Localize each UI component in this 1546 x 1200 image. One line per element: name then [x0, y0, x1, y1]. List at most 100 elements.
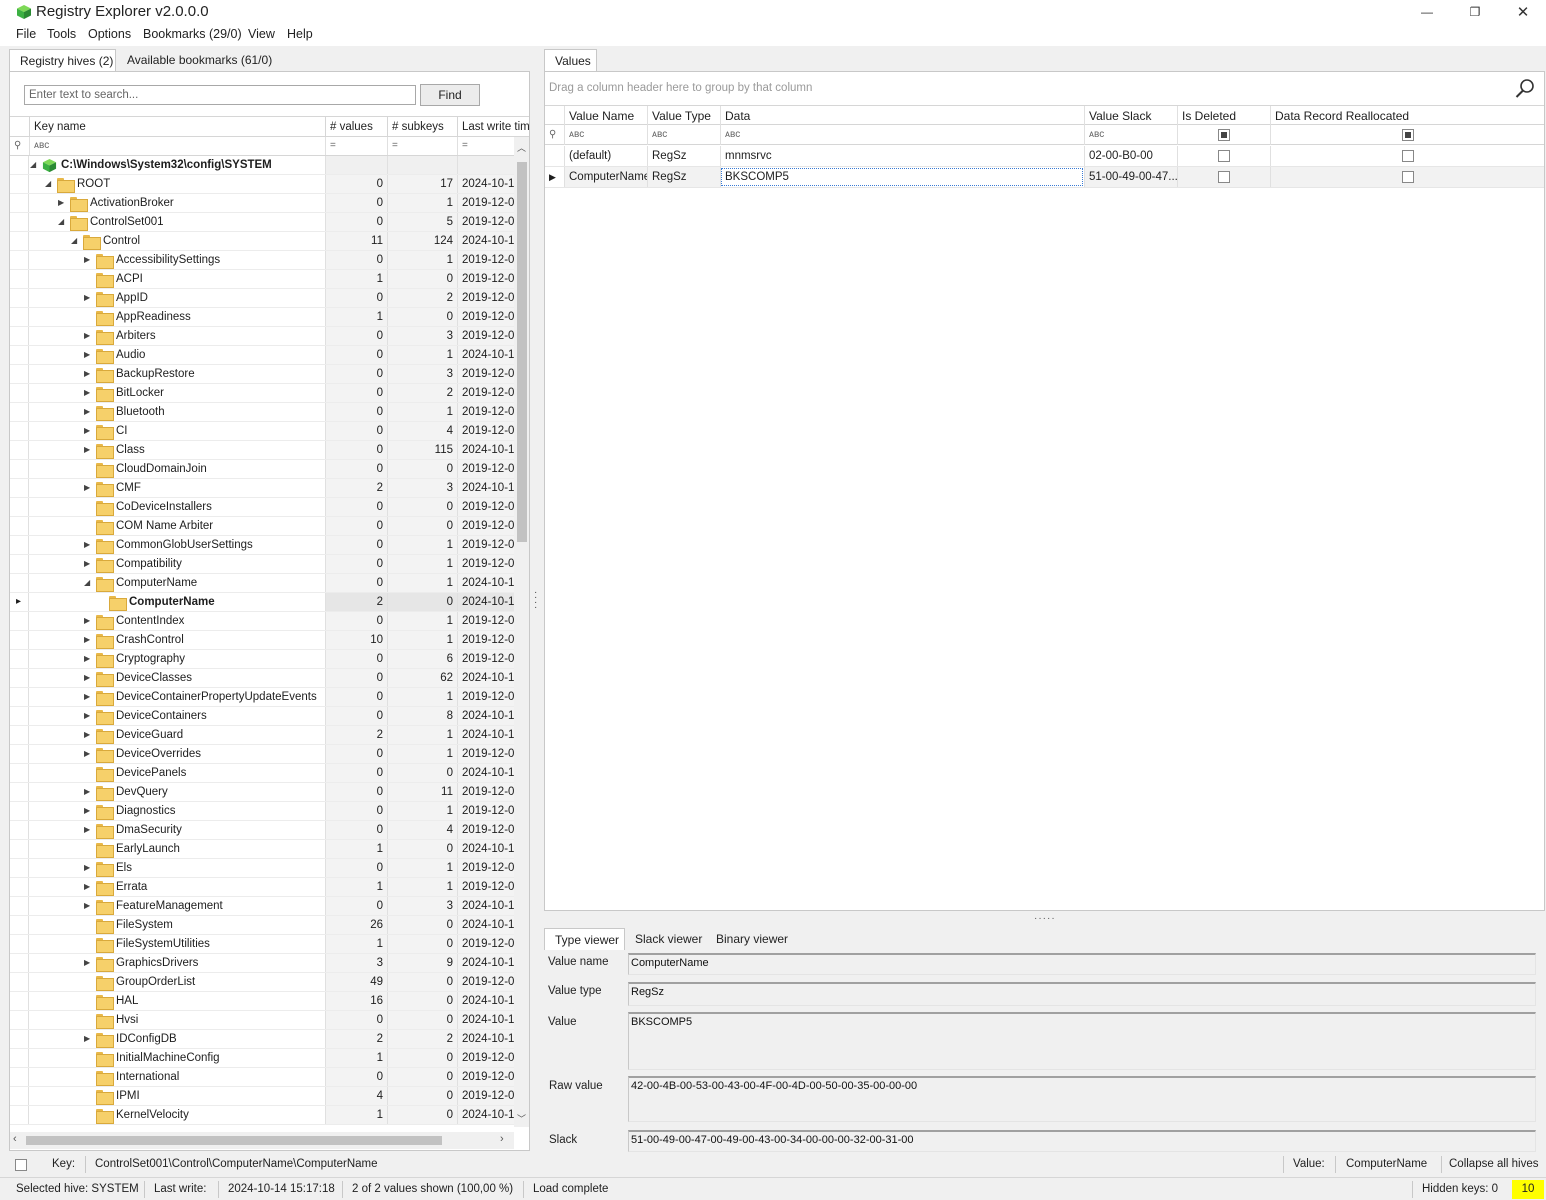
column-values[interactable]: # values [325, 117, 387, 137]
tab-registry-hives[interactable]: Registry hives (2) [9, 49, 116, 71]
search-input[interactable] [24, 85, 416, 105]
expand-arrow-icon[interactable]: ▶ [84, 536, 94, 554]
column-data-record-reallocated[interactable]: Data Record Reallocated [1270, 106, 1544, 126]
expand-arrow-icon[interactable]: ▶ [58, 194, 68, 212]
slack-field[interactable]: 51-00-49-00-47-00-49-00-43-00-34-00-00-0… [628, 1130, 1536, 1152]
expand-arrow-icon[interactable]: ▶ [84, 612, 94, 630]
value-row[interactable]: (default) RegSz mnmsrvc 02-00-B0-00 [545, 146, 1544, 167]
tree-key-cell[interactable]: ◢ ComputerName [29, 574, 324, 592]
expand-arrow-icon[interactable]: ▶ [84, 669, 94, 687]
expand-arrow-icon[interactable]: ▶ [84, 688, 94, 706]
column-data[interactable]: Data [720, 106, 1084, 126]
filter-data[interactable]: ᴀʙc [720, 125, 1084, 145]
collapse-arrow-icon[interactable]: ◢ [30, 156, 40, 174]
expand-arrow-icon[interactable]: ▶ [84, 859, 94, 877]
filter-values[interactable]: = [325, 137, 387, 155]
expand-arrow-icon[interactable]: ▶ [84, 802, 94, 820]
expand-arrow-icon[interactable]: ▶ [84, 650, 94, 668]
value-name-cell[interactable]: (default) [564, 146, 647, 166]
expand-arrow-icon[interactable]: ▶ [84, 422, 94, 440]
tree-row[interactable]: ▶ DeviceOverrides 012019-12-07 [10, 745, 514, 764]
expand-arrow-icon[interactable]: ▶ [84, 479, 94, 497]
tree-row[interactable]: ◢ Control 111242024-10-14 [10, 232, 514, 251]
value-slack-cell[interactable]: 02-00-B0-00 [1084, 146, 1177, 166]
tree-row[interactable]: FileSystem 2602024-10-14 [10, 916, 514, 935]
menu-options[interactable]: Options [88, 27, 131, 41]
tree-vertical-scrollbar[interactable]: ︿ ﹀ [514, 137, 529, 1127]
tree-row[interactable]: ▶ Els 012019-12-07 [10, 859, 514, 878]
tree-key-cell[interactable]: ◢ Control [29, 232, 324, 250]
tree-key-cell[interactable]: IPMI [29, 1087, 324, 1105]
viewer-splitter[interactable]: ····· [1034, 913, 1056, 924]
expand-arrow-icon[interactable]: ▶ [84, 384, 94, 402]
filter-subkeys[interactable]: = [387, 137, 457, 155]
tab-available-bookmarks[interactable]: Available bookmarks (61/0) [117, 49, 282, 71]
expand-arrow-icon[interactable]: ▶ [84, 783, 94, 801]
tree-key-cell[interactable]: ▶ Cryptography [29, 650, 324, 668]
tree-key-cell[interactable]: ▶ DeviceContainerPropertyUpdateEvents [29, 688, 324, 706]
tree-key-cell[interactable]: ▶ Compatibility [29, 555, 324, 573]
tree-key-cell[interactable]: ▶ CMF [29, 479, 324, 497]
tree-key-cell[interactable]: ▶ DeviceGuard [29, 726, 324, 744]
tree-row[interactable]: International002019-12-07 [10, 1068, 514, 1087]
scroll-right-icon[interactable]: › [500, 1133, 504, 1145]
tree-row[interactable]: ▶ AccessibilitySettings 012019-12-07 [10, 251, 514, 270]
tree-row[interactable]: ▶ Compatibility 012019-12-07 [10, 555, 514, 574]
tree-key-cell[interactable]: ▶ IDConfigDB [29, 1030, 324, 1048]
filter-last-write[interactable]: = [457, 137, 514, 155]
tree-key-cell[interactable]: InitialMachineConfig [29, 1049, 324, 1067]
tree-row[interactable]: ▶ Bluetooth 012019-12-07 [10, 403, 514, 422]
expand-arrow-icon[interactable]: ▶ [84, 289, 94, 307]
expand-arrow-icon[interactable]: ▶ [84, 327, 94, 345]
tree-key-cell[interactable]: ▶ Errata [29, 878, 324, 896]
column-subkeys[interactable]: # subkeys [387, 117, 457, 137]
expand-arrow-icon[interactable]: ▶ [84, 251, 94, 269]
tree-row[interactable]: InitialMachineConfig 102019-12-07 [10, 1049, 514, 1068]
tree-row[interactable]: ▶ Audio 012024-10-14 [10, 346, 514, 365]
scroll-up-icon[interactable]: ︿ [517, 141, 526, 154]
filter-is-deleted[interactable] [1177, 125, 1270, 145]
tree-row[interactable]: ◢ ROOT 0172024-10-14 [10, 175, 514, 194]
tree-key-cell[interactable]: ▶ ActivationBroker [29, 194, 324, 212]
reallocated-checkbox[interactable] [1402, 171, 1414, 183]
value-name-field[interactable]: ComputerName [628, 953, 1536, 975]
value-field[interactable]: BKSCOMP5 [628, 1012, 1536, 1070]
menu-help[interactable]: Help [287, 27, 313, 41]
collapse-all-hives-button[interactable]: Collapse all hives [1449, 1158, 1539, 1170]
tree-row[interactable]: IPMI 402019-12-07 [10, 1087, 514, 1106]
expand-arrow-icon[interactable]: ▶ [84, 346, 94, 364]
column-value-type[interactable]: Value Type [647, 106, 720, 126]
tree-key-cell[interactable]: ▶ DmaSecurity [29, 821, 324, 839]
tree-key-cell[interactable]: ▶ BitLocker [29, 384, 324, 402]
tree-key-cell[interactable]: ▶ DevQuery [29, 783, 324, 801]
value-data-cell[interactable]: BKSCOMP5 [720, 167, 1084, 187]
tree-row[interactable]: ▶ Diagnostics 012019-12-07 [10, 802, 514, 821]
menu-bookmarks[interactable]: Bookmarks (29/0) [143, 27, 242, 41]
collapse-arrow-icon[interactable]: ◢ [71, 232, 81, 250]
tree-key-cell[interactable]: ▶ CI [29, 422, 324, 440]
tree-key-cell[interactable]: ▶ CrashControl [29, 631, 324, 649]
search-icon[interactable] [1514, 78, 1536, 100]
reallocated-checkbox[interactable] [1402, 150, 1414, 162]
tree-key-cell[interactable]: ▶ ContentIndex [29, 612, 324, 630]
tree-key-cell[interactable]: ▶ Arbiters [29, 327, 324, 345]
menu-file[interactable]: File [16, 27, 36, 41]
value-row[interactable]: ▶ ComputerName RegSz BKSCOMP5 51-00-49-00-47… [545, 167, 1544, 188]
tree-row-hive[interactable]: ◢ C:\Windows\System32\config\SYSTEM [10, 156, 514, 175]
tree-row[interactable]: ▶ Class 01152024-10-14 [10, 441, 514, 460]
expand-arrow-icon[interactable]: ▶ [84, 365, 94, 383]
expand-arrow-icon[interactable]: ▶ [84, 954, 94, 972]
value-type-cell[interactable]: RegSz [647, 146, 720, 166]
scroll-thumb-horizontal[interactable] [26, 1136, 442, 1145]
collapse-arrow-icon[interactable]: ◢ [58, 213, 68, 231]
value-data-cell[interactable]: mnmsrvc [720, 146, 1084, 166]
tree-key-cell[interactable]: ▶ GraphicsDrivers [29, 954, 324, 972]
tree-key-cell[interactable]: ◢ ControlSet001 [29, 213, 324, 231]
filter-reallocated[interactable] [1270, 125, 1544, 145]
tree-key-cell[interactable]: EarlyLaunch [29, 840, 324, 858]
tree-row[interactable]: ▶ GraphicsDrivers 392024-10-14 [10, 954, 514, 973]
filter-value-name[interactable]: ᴀʙc [564, 125, 647, 145]
expand-arrow-icon[interactable]: ▶ [84, 403, 94, 421]
tree-key-cell[interactable]: HAL [29, 992, 324, 1010]
tree-row[interactable]: ◢ ComputerName 012024-10-14 [10, 574, 514, 593]
